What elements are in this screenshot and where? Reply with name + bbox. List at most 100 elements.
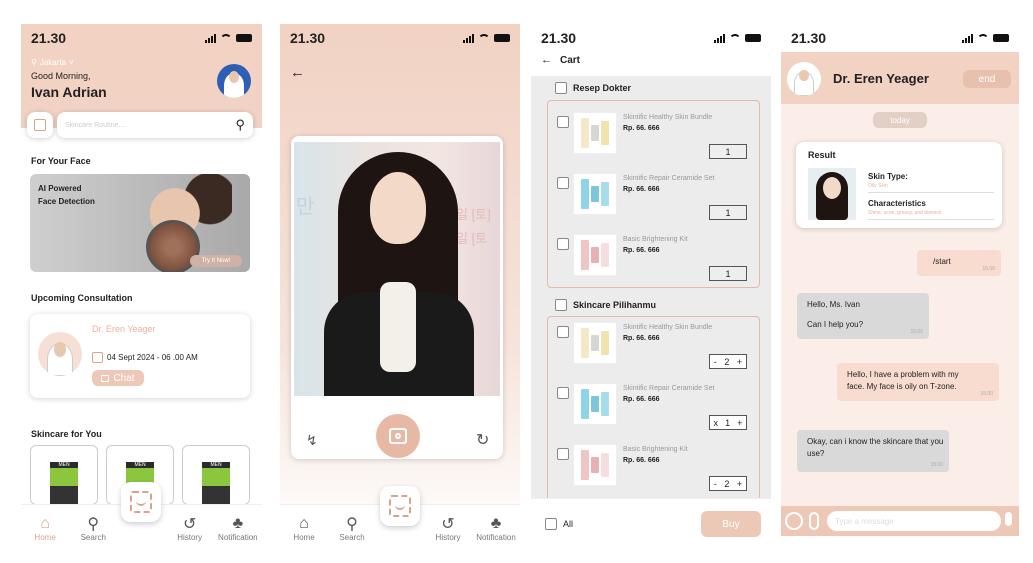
switch-camera-icon: ↻	[476, 432, 490, 449]
product-name: Basic Brightening Kit	[623, 236, 688, 243]
quantity-field[interactable]: 1	[709, 205, 747, 220]
bag-button[interactable]	[27, 112, 53, 138]
decrement-button[interactable]: -	[714, 479, 717, 489]
item-checkbox[interactable]	[557, 326, 569, 338]
signal-icon	[714, 33, 725, 43]
product-name: Basic Brightening Kit	[623, 446, 688, 453]
item-checkbox[interactable]	[557, 387, 569, 399]
end-button[interactable]: end	[963, 70, 1011, 88]
message-time: 15.00	[982, 265, 995, 272]
nav-notification[interactable]: ♣ Notification	[474, 515, 518, 542]
nav-history[interactable]: ↺ History	[168, 515, 212, 542]
cart-item[interactable]: Skintific Repair Ceramide Set Rp. 66. 666…	[555, 383, 755, 435]
chat-input-bar: Type a message	[781, 506, 1019, 536]
quantity-stepper[interactable]: -2 +	[709, 354, 747, 369]
product-card[interactable]: MEN	[182, 445, 250, 506]
cart-item[interactable]: Basic Brightening Kit Rp. 66. 666 1	[555, 234, 755, 286]
home-icon: ⌂	[40, 515, 50, 532]
poster-text: 일 [토]	[456, 207, 491, 222]
consultation-card[interactable]: Dr. Eren Yeager 04 Sept 2024 - 06 .00 AM…	[30, 314, 250, 398]
cart-item[interactable]: Skintific Healthy Skin Bundle Rp. 66. 666…	[555, 112, 755, 164]
select-section-checkbox[interactable]	[555, 299, 567, 311]
shopping-bag-icon	[34, 119, 46, 131]
product-name: Skintific Healthy Skin Bundle	[623, 324, 713, 331]
cart-item[interactable]: Basic Brightening Kit Rp. 66. 666 -2 +	[555, 444, 755, 496]
section-resep-dokter[interactable]: Resep Dokter	[555, 82, 631, 94]
message-input[interactable]: Type a message	[827, 511, 1001, 531]
battery-icon	[494, 34, 510, 42]
status-icons	[714, 33, 761, 43]
chat-button[interactable]: Chat	[92, 370, 144, 386]
quantity-value: 1	[725, 417, 731, 428]
skin-type-value: Oily Skin	[868, 183, 888, 189]
cart-item[interactable]: Skintific Healthy Skin Bundle Rp. 66. 666…	[555, 322, 755, 374]
battery-icon	[745, 34, 761, 42]
microphone-icon[interactable]	[1005, 512, 1012, 526]
cart-title: Cart	[560, 54, 581, 66]
select-section-checkbox[interactable]	[555, 82, 567, 94]
product-card[interactable]: MEN	[30, 445, 98, 506]
result-title: Result	[808, 150, 836, 160]
section-skincare-pilihanmu[interactable]: Skincare Pilihanmu	[555, 299, 656, 311]
decrement-button[interactable]: -	[714, 357, 717, 367]
increment-button[interactable]: +	[737, 357, 742, 367]
buy-button[interactable]: Buy	[701, 511, 761, 537]
product-price: Rp. 66. 666	[623, 186, 660, 193]
product-image	[573, 444, 617, 486]
subject-face	[370, 172, 426, 244]
location-pin-icon: ⚲	[31, 58, 37, 67]
cart-footer: All Buy	[531, 498, 771, 548]
nav-search[interactable]: ⚲ Search	[71, 515, 115, 542]
back-button[interactable]: ←	[290, 64, 305, 81]
switch-camera-button[interactable]: ↻	[476, 430, 489, 450]
search-icon: ⚲	[87, 516, 100, 533]
ai-face-banner[interactable]: AI Powered Face Detection Try It Now!	[30, 174, 250, 272]
search-input[interactable]: Skincare Routine....	[65, 122, 126, 129]
item-checkbox[interactable]	[557, 238, 569, 250]
quantity-field[interactable]: 1	[709, 266, 747, 281]
nav-home[interactable]: ⌂ Home	[23, 515, 67, 542]
status-icons	[205, 33, 252, 43]
select-all[interactable]: All	[545, 518, 573, 530]
scan-screen: 21.30 ← 만 일 [토] 일 [토 ↯ ↻ ⌂ Home ⚲ Search ↺…	[280, 24, 520, 548]
search-bar[interactable]: Skincare Routine.... ⚲	[57, 112, 253, 138]
arrow-left-icon[interactable]: ←	[541, 54, 552, 66]
result-card[interactable]: Result Skin Type: Oily Skin Characterist…	[796, 142, 1002, 228]
doctor-avatar	[787, 62, 821, 96]
increment-button[interactable]: +	[737, 479, 742, 489]
item-checkbox[interactable]	[557, 116, 569, 128]
location-selector[interactable]: ⚲ Jakarta ˅	[31, 58, 74, 67]
item-checkbox[interactable]	[557, 448, 569, 460]
quantity-stepper[interactable]: x 1 +	[709, 415, 747, 430]
nav-search[interactable]: ⚲ Search	[330, 515, 374, 542]
chat-icon	[101, 374, 110, 382]
select-all-checkbox[interactable]	[545, 518, 557, 530]
product-image: MEN	[202, 454, 230, 506]
search-icon[interactable]: ⚲	[235, 117, 245, 133]
item-checkbox[interactable]	[557, 177, 569, 189]
capture-button[interactable]	[376, 414, 420, 458]
product-price: Rp. 66. 666	[623, 457, 660, 464]
face-scan-button[interactable]	[380, 486, 420, 526]
product-price: Rp. 66. 666	[623, 125, 660, 132]
quantity-stepper[interactable]: -2 +	[709, 476, 747, 491]
doctor-name: Dr. Eren Yeager	[833, 71, 929, 86]
increment-button[interactable]: +	[737, 418, 742, 428]
signal-icon	[962, 33, 973, 43]
quantity-field[interactable]: 1	[709, 144, 747, 159]
doctor-avatar	[38, 332, 82, 376]
nav-home[interactable]: ⌂ Home	[282, 515, 326, 542]
nav-notification[interactable]: ♣ Notification	[216, 515, 260, 542]
home-screen: 21.30 ⚲ Jakarta ˅ Good Morning, Ivan Adr…	[21, 24, 262, 548]
flash-off-button[interactable]: ↯	[306, 432, 318, 449]
face-scan-button[interactable]	[121, 482, 161, 522]
decrement-button[interactable]: x	[714, 418, 719, 428]
cart-item[interactable]: Skintific Repair Ceramide Set Rp. 66. 666…	[555, 173, 755, 225]
face-scan-icon	[389, 495, 411, 517]
emoji-sticker-icon[interactable]	[785, 512, 803, 530]
characteristics-value: Shine, acne, greasy, and blemish	[868, 210, 942, 216]
try-it-now-button[interactable]: Try It Now!	[190, 255, 242, 267]
nav-history[interactable]: ↺ History	[426, 515, 470, 542]
attachment-icon[interactable]	[809, 512, 819, 530]
user-avatar[interactable]	[217, 64, 251, 98]
